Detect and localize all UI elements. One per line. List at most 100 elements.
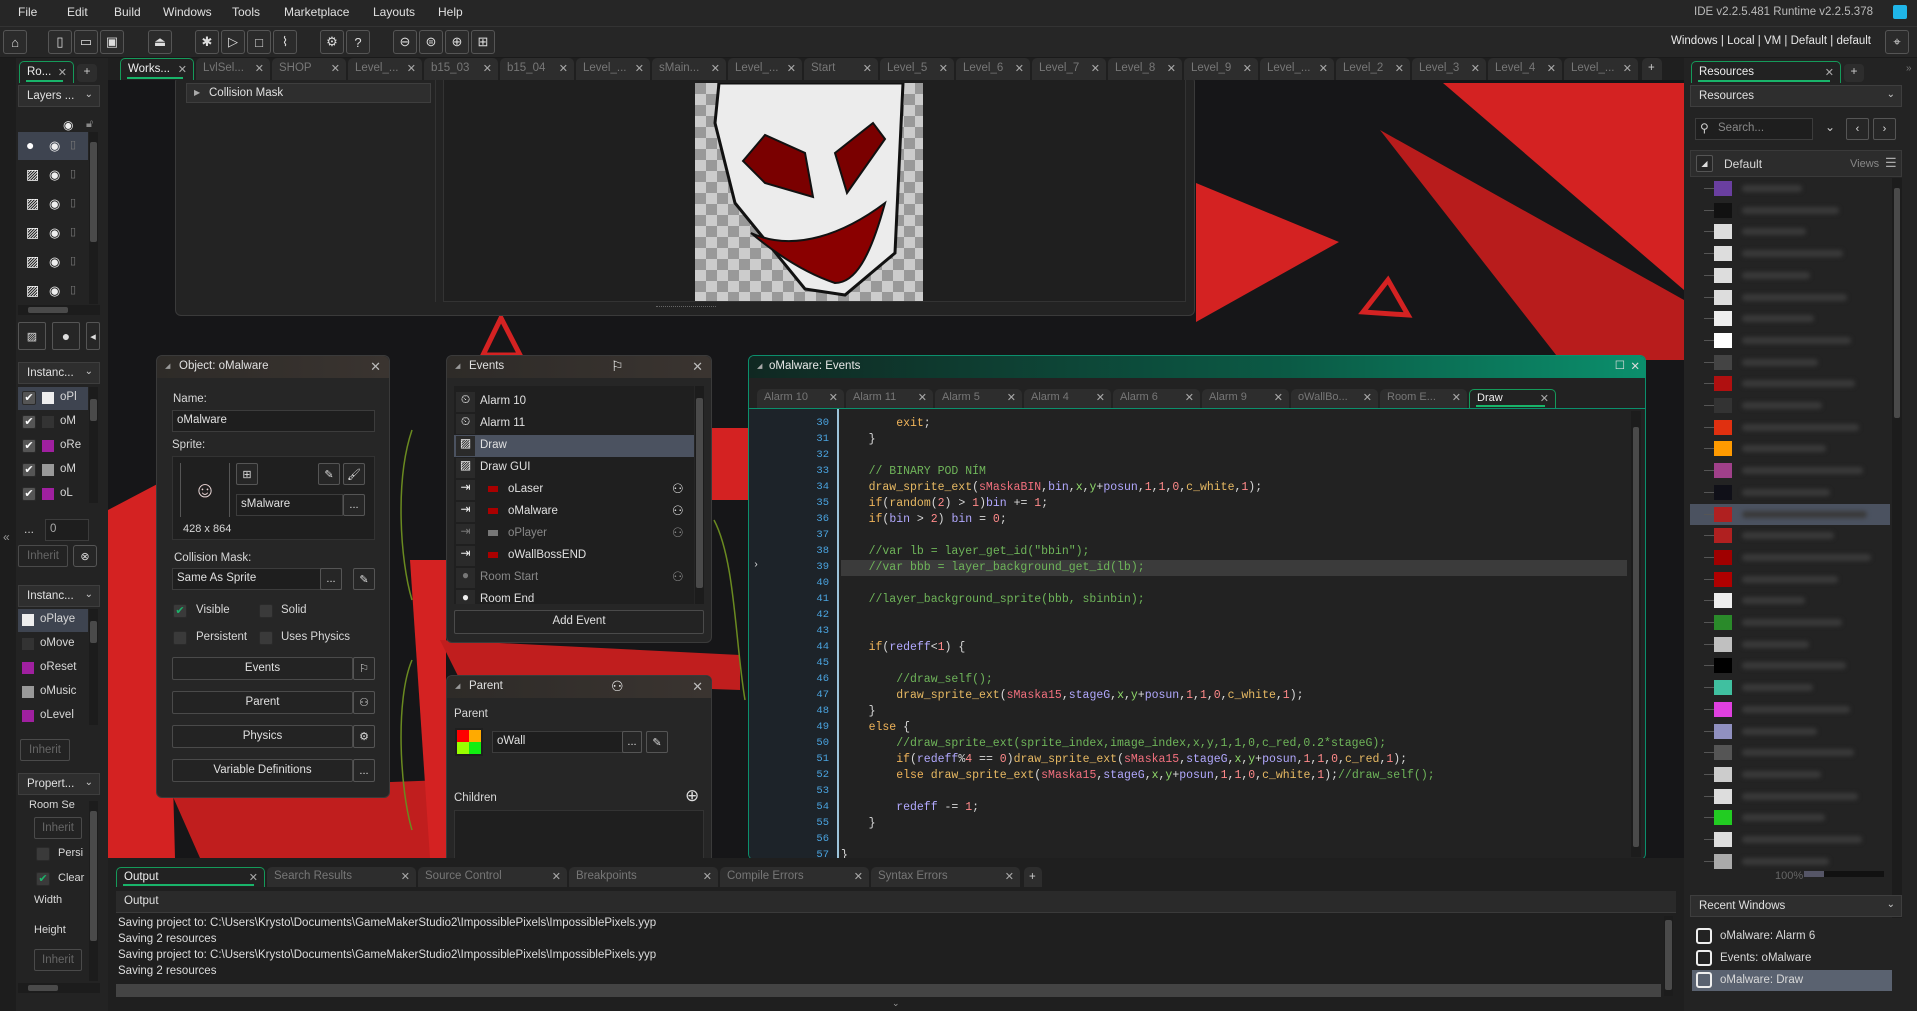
recent-window-item[interactable]: oMalware: Alarm 6	[1692, 926, 1892, 947]
zoom-reset-icon[interactable]: ⊜	[419, 30, 443, 54]
resource-item[interactable]	[1690, 547, 1890, 568]
close-icon[interactable]: ✕	[1547, 62, 1556, 75]
workspace-tab[interactable]: Level_... ✕	[348, 58, 422, 80]
edit-parent-icon[interactable]: ✎	[646, 731, 668, 753]
workspace-tab[interactable]: SHOP ✕	[272, 58, 346, 80]
code-line[interactable]: 50 //draw_sprite_ext(sprite_index,image_i…	[749, 736, 1629, 752]
resource-item[interactable]	[1690, 655, 1890, 676]
menu-layouts[interactable]: Layouts	[373, 5, 415, 19]
code-line[interactable]: 45	[749, 656, 1629, 672]
workspace-tab[interactable]: Level_5 ✕	[880, 58, 954, 80]
name-field[interactable]: oMalware	[172, 410, 375, 432]
resource-item[interactable]	[1690, 221, 1890, 242]
eye-icon[interactable]: ◉	[63, 118, 73, 132]
output-scrollbar[interactable]	[1664, 916, 1673, 996]
resource-item[interactable]	[1690, 503, 1890, 525]
resource-item[interactable]	[1690, 178, 1890, 199]
instances-dropdown-2[interactable]: Instanc... ⌄	[18, 585, 100, 607]
add-tab-button[interactable]: +	[77, 64, 97, 82]
output-tab[interactable]: Compile Errors ✕	[720, 867, 869, 887]
close-icon[interactable]: ✕	[483, 62, 492, 75]
close-icon[interactable]: ✕	[829, 391, 838, 404]
close-icon[interactable]: ✕	[552, 870, 561, 883]
collapse-left-icon[interactable]: «	[3, 530, 10, 544]
target-selector[interactable]: Windows | Local | VM | Default | default	[1671, 35, 1871, 47]
lock-icon[interactable]: ▯	[70, 283, 76, 296]
resource-scrollbar[interactable]	[1892, 178, 1902, 918]
menu-file[interactable]: File	[18, 5, 37, 19]
maximize-icon[interactable]: ☐	[1615, 358, 1625, 372]
event-tab[interactable]: Alarm 10 ✕	[757, 389, 844, 408]
resource-item[interactable]	[1690, 287, 1890, 308]
tab-room[interactable]: Ro... ✕	[19, 61, 74, 83]
events-scrollbar[interactable]	[695, 386, 704, 604]
event-tab[interactable]: Alarm 6 ✕	[1113, 389, 1200, 408]
target-device[interactable]: Local	[1727, 35, 1755, 47]
workspace-tab[interactable]: Level_6 ✕	[956, 58, 1030, 80]
event-row[interactable]: ⏲ Alarm 11	[454, 413, 694, 435]
close-icon[interactable]: ✕	[692, 359, 703, 375]
workspace-tab[interactable]: sMain... ✕	[652, 58, 726, 80]
new-project-icon[interactable]: ▯	[48, 30, 72, 54]
workspace-tab[interactable]: b15_04 ✕	[500, 58, 574, 80]
events-button[interactable]: Events	[172, 657, 353, 680]
properties-dropdown[interactable]: Propert... ⌄	[18, 773, 100, 795]
instance-row[interactable]: ✔ oRe	[18, 435, 88, 458]
close-icon[interactable]: ✕	[1630, 359, 1640, 373]
sprite-field[interactable]: sMalware	[236, 494, 343, 516]
add-tile-layer-button[interactable]: ◂	[86, 322, 100, 350]
resource-item[interactable]	[1690, 330, 1890, 351]
uses-physics-checkbox[interactable]	[259, 631, 273, 645]
code-line[interactable]: 54 redeff -= 1;	[749, 800, 1629, 816]
lock-icon[interactable]: ▯	[70, 254, 76, 267]
flag-icon[interactable]: ⚐	[353, 657, 375, 680]
close-icon[interactable]: ✕	[1091, 62, 1100, 75]
object-panel-title[interactable]: Object: oMalware ✕	[157, 356, 389, 378]
parent-field[interactable]: oWall	[492, 731, 642, 753]
instance-row[interactable]: oReset	[18, 657, 88, 680]
resource-item[interactable]	[1690, 200, 1890, 221]
lock-icon[interactable]: ▯	[70, 138, 76, 151]
add-tab-button[interactable]: +	[1024, 867, 1042, 887]
variable-definitions-more-button[interactable]: ...	[353, 759, 375, 782]
instance-row[interactable]: ✔ oM	[18, 459, 88, 482]
sprite-browse-button[interactable]: ...	[343, 494, 365, 516]
menu-icon[interactable]: ☰	[1885, 155, 1897, 171]
resource-item[interactable]	[1690, 417, 1890, 438]
resource-item[interactable]	[1690, 851, 1890, 872]
resize-handle[interactable]	[656, 306, 716, 309]
solid-checkbox[interactable]	[259, 604, 273, 618]
event-row[interactable]: ⇥ oWallBossEND	[454, 545, 694, 567]
close-icon[interactable]: ✕	[1096, 391, 1105, 404]
code-line[interactable]: 47 draw_sprite_ext(sMaska15,stageG,x,y+po…	[749, 688, 1629, 704]
instances-dropdown[interactable]: Instanc... ⌄	[18, 362, 100, 384]
event-row[interactable]: ● Room Start ⚇	[454, 567, 694, 589]
close-icon[interactable]: ✕	[249, 871, 258, 884]
output-tab[interactable]: Search Results ✕	[267, 867, 416, 887]
layers-dropdown[interactable]: Layers ... ⌄	[18, 85, 100, 107]
eye-icon[interactable]: ◉	[49, 254, 60, 270]
lock-icon[interactable]: ▯	[70, 225, 76, 238]
save-project-icon[interactable]: ▣	[100, 30, 124, 54]
instance-row[interactable]: ✔ oPl	[18, 387, 88, 410]
code-line[interactable]: 53	[749, 784, 1629, 800]
layer-row[interactable]: ● ◉ ▯	[18, 132, 88, 160]
resource-item[interactable]	[1690, 352, 1890, 373]
resource-item[interactable]	[1690, 265, 1890, 286]
close-icon[interactable]: ✕	[863, 62, 872, 75]
eye-icon[interactable]: ◉	[49, 283, 60, 299]
workspace-tab[interactable]: Level_... ✕	[728, 58, 802, 80]
recent-windows-dropdown[interactable]: Recent Windows ⌄	[1690, 895, 1902, 917]
event-tab[interactable]: oWallBo... ✕	[1291, 389, 1378, 408]
code-line[interactable]: 44 if(redeff<1) {	[749, 640, 1629, 656]
resource-item[interactable]	[1690, 742, 1890, 763]
event-row[interactable]: ▨ Draw GUI	[454, 457, 694, 479]
debug-icon[interactable]: ✱	[195, 30, 219, 54]
close-icon[interactable]: ✕	[401, 870, 410, 883]
resource-item[interactable]	[1690, 699, 1890, 720]
workspace-tab[interactable]: b15_03 ✕	[424, 58, 498, 80]
close-icon[interactable]: ✕	[1363, 391, 1372, 404]
collision-mask-section[interactable]: ▶ Collision Mask	[186, 83, 431, 103]
visibility-checkbox[interactable]: ✔	[22, 439, 36, 453]
resource-item[interactable]	[1690, 634, 1890, 655]
